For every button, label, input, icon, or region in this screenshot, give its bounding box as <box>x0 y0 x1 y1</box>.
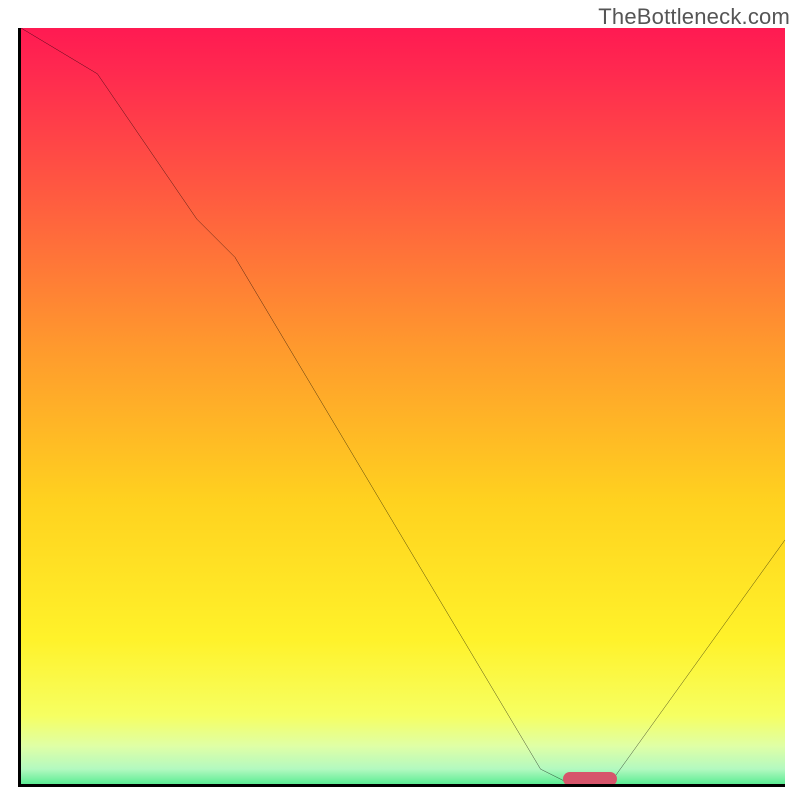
bottleneck-chart: TheBottleneck.com <box>0 0 800 800</box>
curve-layer <box>21 28 785 787</box>
plot-area <box>18 28 785 787</box>
bottleneck-curve-line <box>21 28 785 784</box>
watermark-text: TheBottleneck.com <box>598 4 790 30</box>
optimal-marker <box>563 772 616 786</box>
